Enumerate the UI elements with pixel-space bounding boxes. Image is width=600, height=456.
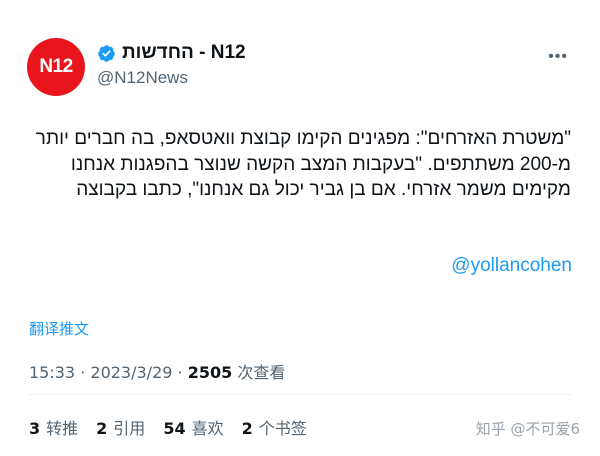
views-count: 2505 (187, 363, 233, 382)
author-handle[interactable]: @N12News (97, 68, 188, 88)
watermark: 知乎 @不可爱6 (475, 420, 580, 438)
divider (28, 394, 572, 395)
tweet-metadata: 15:33 · 2023/3/29 · 2505 次查看 (29, 359, 285, 383)
tweet-date[interactable]: 2023/3/29 (90, 363, 172, 382)
retweets-stat[interactable]: 3 转推 (29, 415, 78, 439)
author-name-row: N12 - החדשות (97, 42, 246, 64)
verified-badge-icon (97, 44, 116, 63)
bookmarks-stat[interactable]: 2 个书签 (242, 415, 307, 439)
quotes-stat[interactable]: 2 引用 (96, 415, 145, 439)
tweet-time[interactable]: 15:33 (29, 363, 75, 382)
avatar-logo: N12 (39, 56, 73, 77)
meta-separator-2: · (177, 363, 183, 382)
likes-stat[interactable]: 54 喜欢 (163, 415, 223, 439)
views-label: 次查看 (237, 363, 286, 382)
meta-separator: · (80, 363, 86, 382)
engagement-stats: 3 转推 2 引用 54 喜欢 2 个书签 (29, 415, 307, 439)
display-name[interactable]: N12 - החדשות (122, 42, 246, 64)
more-options-icon[interactable]: ••• (548, 48, 568, 66)
translate-tweet-link[interactable]: 翻译推文 (29, 318, 89, 339)
tweet-text: "משטרת האזרחים": מפגינים הקימו קבוצת ווא… (35, 128, 571, 200)
avatar[interactable]: N12 (27, 38, 85, 96)
mention-link[interactable]: @yollancohen (451, 255, 572, 277)
